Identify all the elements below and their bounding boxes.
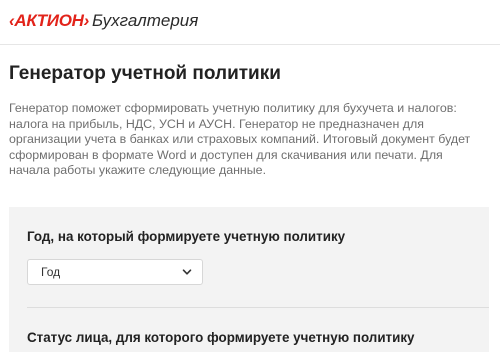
logo-product: Бухгалтерия — [91, 11, 199, 30]
year-select[interactable]: Год — [27, 259, 203, 285]
logo-brand: ‹АКТИОН› — [9, 11, 89, 30]
header-divider — [0, 44, 500, 45]
form-divider — [27, 307, 489, 308]
page-title: Генератор учетной политики — [9, 63, 281, 84]
aktion-logo[interactable]: ‹АКТИОН› Бухгалтерия — [9, 11, 198, 31]
form-panel: Год, на который формируете учетную полит… — [9, 207, 489, 352]
status-field-label: Статус лица, для которого формируете уче… — [27, 330, 415, 345]
site-header: ‹АКТИОН› Бухгалтерия — [0, 0, 500, 45]
chevron-down-icon — [182, 269, 192, 275]
intro-text: Генератор поможет сформировать учетную п… — [9, 101, 471, 178]
year-select-value: Год — [41, 265, 61, 279]
year-field-label: Год, на который формируете учетную полит… — [27, 229, 346, 244]
